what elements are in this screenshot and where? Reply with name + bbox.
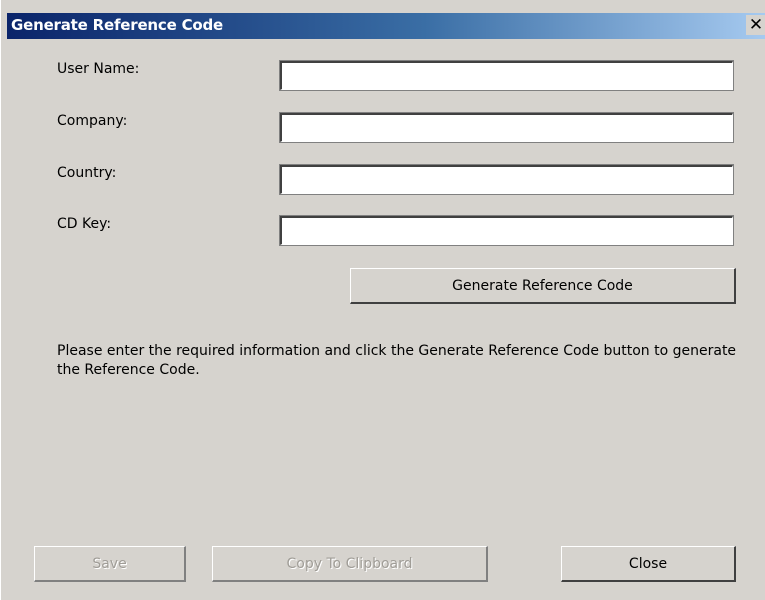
title-bar: Generate Reference Code ✕ — [7, 13, 765, 39]
user-name-label: User Name: — [57, 61, 140, 77]
close-icon[interactable]: ✕ — [746, 15, 765, 35]
generate-reference-code-button[interactable]: Generate Reference Code — [350, 268, 736, 304]
company-input[interactable] — [279, 112, 734, 143]
cd-key-label: CD Key: — [57, 216, 112, 232]
close-button[interactable]: Close — [561, 546, 736, 582]
window-title: Generate Reference Code — [11, 16, 224, 34]
country-label: Country: — [57, 165, 117, 181]
copy-to-clipboard-button[interactable]: Copy To Clipboard — [212, 546, 488, 582]
cd-key-input[interactable] — [279, 215, 734, 246]
country-input[interactable] — [279, 164, 734, 195]
user-name-input[interactable] — [279, 60, 734, 91]
company-label: Company: — [57, 113, 128, 129]
instruction-text: Please enter the required information an… — [57, 343, 737, 378]
generate-reference-code-dialog: Generate Reference Code ✕ User Name: Com… — [0, 0, 765, 600]
save-button[interactable]: Save — [34, 546, 186, 582]
